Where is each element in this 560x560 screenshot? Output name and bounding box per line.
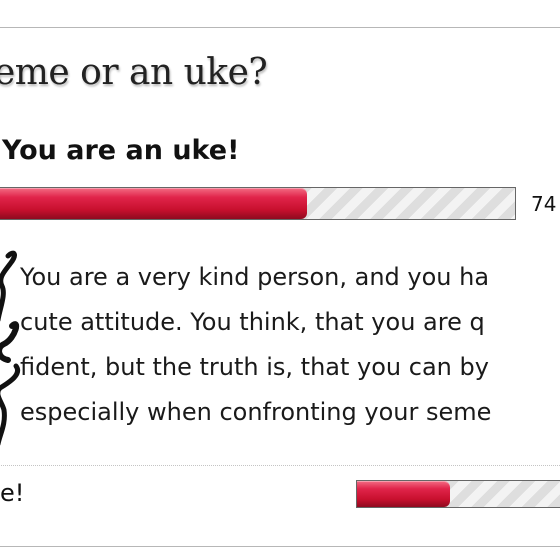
result-progress-fill bbox=[0, 188, 307, 219]
result-percent-label: 74 bbox=[531, 192, 557, 216]
other-result-progress-bar bbox=[356, 480, 560, 508]
quiz-question-heading: seme or an uke? bbox=[0, 52, 268, 93]
result-title: You are an uke! bbox=[2, 135, 240, 166]
result-progress-bar bbox=[0, 187, 516, 220]
other-result-label: e! bbox=[0, 479, 25, 507]
other-result-progress-fill bbox=[357, 481, 451, 507]
result-description: You are a very kind person, and you ha c… bbox=[20, 263, 492, 426]
section-divider bbox=[0, 465, 560, 466]
